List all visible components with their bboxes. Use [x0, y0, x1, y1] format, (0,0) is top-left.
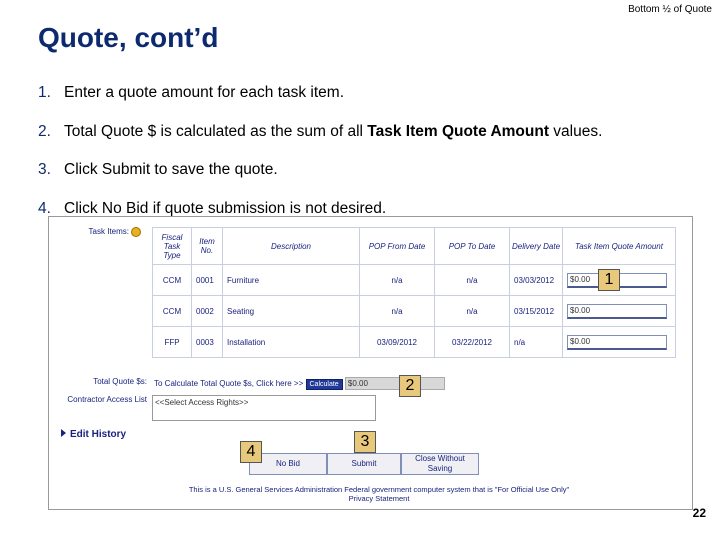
cell-description: Seating	[222, 295, 360, 327]
cell-pop-from: n/a	[359, 295, 435, 327]
cell-item: 0003	[191, 326, 223, 358]
cell-pop-to: 03/22/2012	[434, 326, 510, 358]
instruction-list: 1. Enter a quote amount for each task it…	[38, 84, 708, 238]
callout-2: 2	[399, 375, 421, 397]
cell-pop-to: n/a	[434, 295, 510, 327]
cell-description: Installation	[222, 326, 360, 358]
col-header-pop-to-date[interactable]: POP To Date	[434, 227, 510, 265]
calculate-button[interactable]: Calculate	[305, 379, 343, 390]
submit-button[interactable]: Submit	[327, 453, 401, 475]
step-2: 2. Total Quote $ is calculated as the su…	[38, 123, 708, 162]
page-number: 22	[692, 506, 706, 520]
step-text: Click Submit to save the quote.	[64, 161, 278, 178]
cell-pop-from: 03/09/2012	[359, 326, 435, 358]
system-notice: This is a U.S. General Services Administ…	[149, 485, 609, 503]
cell-delivery: n/a	[509, 326, 563, 358]
step-1: 1. Enter a quote amount for each task it…	[38, 84, 708, 123]
calculate-instruction: To Calculate Total Quote $s, Click here …	[154, 379, 304, 388]
table-row: CCM 0002 Seating n/a n/a 03/15/2012 $0.0…	[152, 295, 676, 327]
quote-amount-input[interactable]: $0.00	[567, 303, 667, 319]
edit-history-toggle[interactable]: Edit History	[61, 429, 126, 440]
callout-3: 3	[354, 431, 376, 453]
close-without-saving-button[interactable]: Close Without Saving	[401, 453, 479, 475]
cell-delivery: 03/15/2012	[509, 295, 563, 327]
col-header-quote-amount[interactable]: Task Item Quote Amount	[562, 227, 676, 265]
cell-amount: $0.00	[562, 326, 676, 358]
info-icon	[131, 227, 141, 237]
step-text: Enter a quote amount for each task item.	[64, 84, 345, 101]
header-note: Bottom ½ of Quote	[628, 4, 712, 15]
total-quote-label: Total Quote $s:	[93, 377, 147, 386]
col-header-description[interactable]: Description	[222, 227, 360, 265]
table-row: FFP 0003 Installation 03/09/2012 03/22/2…	[152, 326, 676, 358]
task-items-label: Task Items:	[61, 227, 141, 237]
col-header-item-no[interactable]: Item No.	[191, 227, 223, 265]
step-3: 3. Click Submit to save the quote.	[38, 161, 708, 200]
cell-item: 0002	[191, 295, 223, 327]
callout-4: 4	[240, 441, 262, 463]
cell-type: CCM	[152, 295, 192, 327]
quote-amount-input[interactable]: $0.00	[567, 334, 667, 350]
cell-pop-from: n/a	[359, 264, 435, 296]
col-header-fiscal-task-type[interactable]: Fiscal Task Type	[152, 227, 192, 265]
task-items-table: Fiscal Task Type Item No. Description PO…	[152, 227, 676, 358]
step-number: 2.	[38, 122, 51, 140]
callout-1: 1	[598, 269, 620, 291]
privacy-statement-link[interactable]: Privacy Statement	[149, 494, 609, 503]
cell-type: FFP	[152, 326, 192, 358]
cell-delivery: 03/03/2012	[509, 264, 563, 296]
cell-amount: $0.00	[562, 295, 676, 327]
cell-description: Furniture	[222, 264, 360, 296]
col-header-pop-from-date[interactable]: POP From Date	[359, 227, 435, 265]
col-header-delivery-date[interactable]: Delivery Date	[509, 227, 563, 265]
step-text: Total Quote $ is calculated as the sum o…	[64, 122, 603, 140]
quote-form-screenshot: Task Items: Fiscal Task Type Item No. De…	[48, 216, 693, 510]
access-list-label: Contractor Access List	[67, 395, 147, 404]
step-number: 3.	[38, 161, 51, 178]
slide-title: Quote, cont’d	[38, 22, 219, 53]
cell-pop-to: n/a	[434, 264, 510, 296]
step-number: 1.	[38, 84, 51, 101]
total-quote-field: $0.00	[344, 377, 445, 390]
access-list-select[interactable]: <<Select Access Rights>>	[152, 395, 376, 421]
cell-type: CCM	[152, 264, 192, 296]
cell-item: 0001	[191, 264, 223, 296]
expand-arrow-icon	[61, 429, 66, 437]
